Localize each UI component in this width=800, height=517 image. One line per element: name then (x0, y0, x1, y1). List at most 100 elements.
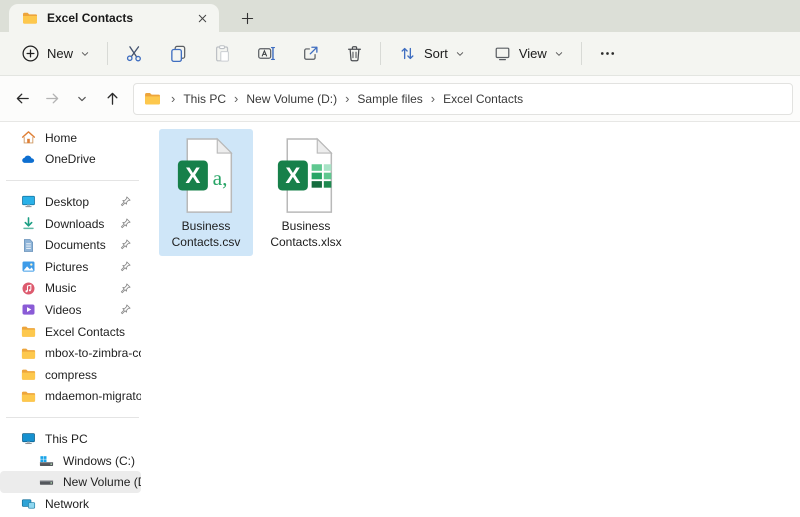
command-toolbar: New Sort View (0, 32, 800, 76)
recent-locations-button[interactable] (67, 84, 97, 114)
toolbar-divider (580, 42, 582, 65)
sidebar-item-mbox-to-zimbra[interactable]: mbox-to-zimbra-con (0, 342, 141, 364)
folder-icon (144, 90, 161, 107)
svg-text:X: X (285, 163, 300, 188)
sidebar-item-compress[interactable]: compress (0, 364, 141, 386)
breadcrumb-item-this-pc[interactable]: This PC (183, 92, 226, 106)
drive-icon (39, 475, 54, 490)
forward-button[interactable] (37, 84, 67, 114)
share-icon (301, 44, 320, 63)
breadcrumb-item-sample-files[interactable]: Sample files (357, 92, 422, 106)
toolbar-divider (107, 42, 109, 65)
sidebar-item-network[interactable]: Network (0, 493, 141, 515)
new-button[interactable]: New (12, 38, 99, 69)
file-explorer-window: Excel Contacts New Sort View › This PC ›… (0, 0, 800, 517)
navigation-bar: › This PC › New Volume (D:) › Sample fil… (0, 76, 800, 122)
delete-button[interactable] (336, 38, 372, 70)
file-item-business-contacts-csv[interactable]: X a, Business Contacts.csv (159, 129, 253, 256)
sidebar-item-home[interactable]: Home (0, 127, 141, 149)
tab-title: Excel Contacts (47, 11, 134, 25)
back-button[interactable] (7, 84, 37, 114)
downloads-icon (21, 216, 36, 231)
file-name: Business Contacts.xlsx (270, 219, 342, 249)
address-bar[interactable]: › This PC › New Volume (D:) › Sample fil… (133, 82, 793, 115)
sidebar-item-downloads[interactable]: Downloads (0, 213, 141, 235)
breadcrumb-separator: › (345, 91, 350, 106)
explorer-body: Home OneDrive Desktop Downloads Document… (0, 122, 800, 516)
rename-button[interactable] (248, 38, 284, 70)
file-item-business-contacts-xlsx[interactable]: X Business Contacts.xlsx (259, 129, 353, 256)
folder-icon (21, 324, 36, 339)
this-pc-icon (21, 431, 36, 446)
tab-close-button[interactable] (191, 7, 213, 29)
rename-icon (257, 44, 276, 63)
sidebar-item-windows-c[interactable]: Windows (C:) (0, 450, 141, 472)
sidebar-item-mdaemon-migrator[interactable]: mdaemon-migrator (0, 386, 141, 408)
desktop-icon (21, 194, 36, 209)
view-button[interactable]: View (484, 38, 573, 69)
sidebar-item-this-pc[interactable]: This PC (0, 428, 141, 450)
view-icon (493, 44, 512, 63)
breadcrumb-item-new-volume[interactable]: New Volume (D:) (246, 92, 337, 106)
chevron-down-icon (554, 49, 564, 59)
folder-icon (22, 10, 38, 26)
pin-icon (119, 282, 132, 295)
sidebar-item-music[interactable]: Music (0, 278, 141, 300)
arrow-left-icon (14, 90, 31, 107)
sidebar-divider (6, 417, 139, 419)
file-list-area: X a, Business Contacts.csv X Business Co… (143, 122, 800, 516)
sidebar-item-desktop[interactable]: Desktop (0, 191, 141, 213)
navigation-pane: Home OneDrive Desktop Downloads Document… (0, 122, 143, 516)
up-button[interactable] (97, 84, 127, 114)
breadcrumb-separator: › (234, 91, 239, 106)
ellipsis-icon (598, 44, 617, 63)
music-icon (21, 281, 36, 296)
pin-icon (119, 238, 132, 251)
paste-icon (213, 44, 232, 63)
sidebar-item-pictures[interactable]: Pictures (0, 256, 141, 278)
trash-icon (345, 44, 364, 63)
pin-icon (119, 303, 132, 316)
copy-icon (169, 44, 188, 63)
videos-icon (21, 302, 36, 317)
pin-icon (119, 260, 132, 273)
file-name: Business Contacts.csv (171, 219, 241, 249)
sort-button[interactable]: Sort (389, 38, 474, 69)
pictures-icon (21, 259, 36, 274)
sidebar-item-videos[interactable]: Videos (0, 299, 141, 321)
more-options-button[interactable] (590, 38, 626, 70)
arrow-right-icon (44, 90, 61, 107)
paste-button[interactable] (204, 38, 240, 70)
xlsx-file-icon: X (277, 137, 333, 213)
sidebar-item-new-volume-d[interactable]: New Volume (D:) (0, 471, 141, 493)
share-button[interactable] (292, 38, 328, 70)
chevron-down-icon (455, 49, 465, 59)
breadcrumb-separator: › (430, 91, 436, 106)
csv-overlay-glyph: a, (213, 166, 228, 190)
new-tab-button[interactable] (233, 4, 261, 32)
home-icon (21, 130, 36, 145)
tab-bar: Excel Contacts (0, 0, 800, 32)
sidebar-item-excel-contacts[interactable]: Excel Contacts (0, 321, 141, 343)
folder-icon (21, 367, 36, 382)
explorer-tab[interactable]: Excel Contacts (9, 4, 219, 32)
chevron-down-icon (76, 93, 88, 105)
copy-button[interactable] (160, 38, 196, 70)
plus-circle-icon (21, 44, 40, 63)
documents-icon (21, 238, 36, 253)
arrow-up-icon (104, 90, 121, 107)
pin-icon (119, 195, 132, 208)
csv-file-icon: X a, (177, 137, 233, 213)
sidebar-divider (6, 180, 139, 182)
pin-icon (119, 217, 132, 230)
breadcrumb-item-excel-contacts[interactable]: Excel Contacts (443, 92, 523, 106)
clipboard-group (116, 38, 372, 70)
onedrive-cloud-icon (21, 152, 36, 167)
svg-text:X: X (185, 163, 200, 188)
sidebar-item-documents[interactable]: Documents (0, 234, 141, 256)
sidebar-item-onedrive[interactable]: OneDrive (0, 149, 141, 171)
cut-button[interactable] (116, 38, 152, 70)
breadcrumb-separator: › (171, 91, 176, 106)
scissors-icon (125, 44, 144, 63)
sort-arrows-icon (398, 44, 417, 63)
